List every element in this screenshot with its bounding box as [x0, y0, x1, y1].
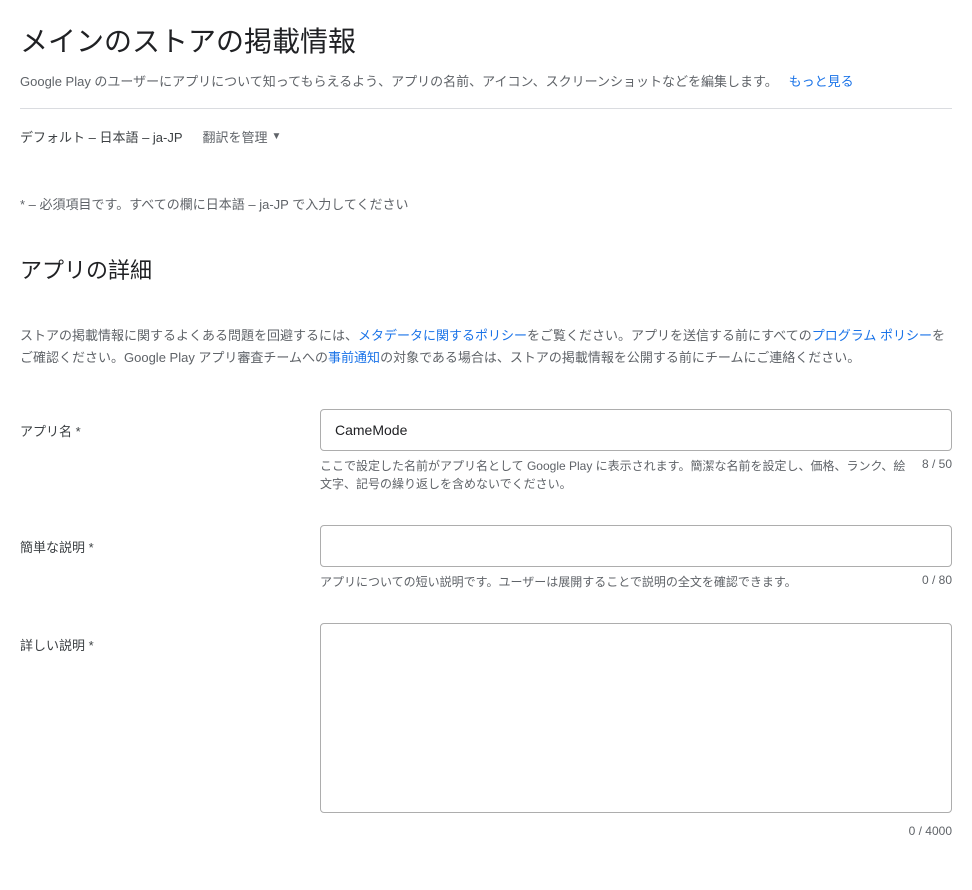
page-description: Google Play のユーザーにアプリについて知ってもらえるよう、アプリの名… — [20, 72, 952, 92]
language-row: デフォルト – 日本語 – ja-JP 翻訳を管理 ▼ — [20, 127, 952, 146]
section-desc-text2: をご覧ください。アプリを送信する前にすべての — [527, 328, 812, 343]
section-title: アプリの詳細 — [20, 253, 952, 285]
app-name-count: 8 / 50 — [922, 457, 952, 471]
divider — [20, 108, 952, 109]
section-description: ストアの掲載情報に関するよくある問題を回避するには、メタデータに関するポリシーを… — [20, 325, 952, 369]
app-name-helper: ここで設定した名前がアプリ名として Google Play に表示されます。簡潔… — [320, 457, 910, 493]
program-policy-link[interactable]: プログラム ポリシー — [812, 328, 932, 343]
full-desc-count: 0 / 4000 — [320, 824, 952, 838]
app-name-input[interactable] — [320, 409, 952, 451]
manage-translations-dropdown[interactable]: 翻訳を管理 ▼ — [203, 127, 282, 146]
default-language-label: デフォルト – 日本語 – ja-JP — [20, 127, 183, 146]
full-desc-row: 詳しい説明 * 0 / 4000 — [20, 623, 952, 838]
full-desc-input[interactable] — [320, 623, 952, 813]
short-desc-row: 簡単な説明 * アプリについての短い説明です。ユーザーは展開することで説明の全文… — [20, 525, 952, 591]
section-desc-text1: ストアの掲載情報に関するよくある問題を回避するには、 — [20, 328, 358, 343]
full-desc-label: 詳しい説明 * — [20, 623, 320, 654]
page-description-text: Google Play のユーザーにアプリについて知ってもらえるよう、アプリの名… — [20, 74, 778, 89]
page-title: メインのストアの掲載情報 — [20, 20, 952, 60]
app-name-label: アプリ名 * — [20, 409, 320, 440]
advance-notice-link[interactable]: 事前通知 — [328, 350, 380, 365]
manage-translations-label: 翻訳を管理 — [203, 127, 268, 146]
short-desc-count: 0 / 80 — [922, 573, 952, 587]
chevron-down-icon: ▼ — [272, 131, 282, 142]
short-desc-helper: アプリについての短い説明です。ユーザーは展開することで説明の全文を確認できます。 — [320, 573, 910, 591]
metadata-policy-link[interactable]: メタデータに関するポリシー — [358, 328, 527, 343]
section-desc-text4: の対象である場合は、ストアの掲載情報を公開する前にチームにご連絡ください。 — [380, 350, 860, 365]
short-desc-input[interactable] — [320, 525, 952, 567]
required-note: * – 必須項目です。すべての欄に日本語 – ja-JP で入力してください — [20, 194, 952, 213]
short-desc-label: 簡単な説明 * — [20, 525, 320, 556]
more-link[interactable]: もっと見る — [789, 74, 854, 89]
app-name-row: アプリ名 * ここで設定した名前がアプリ名として Google Play に表示… — [20, 409, 952, 493]
